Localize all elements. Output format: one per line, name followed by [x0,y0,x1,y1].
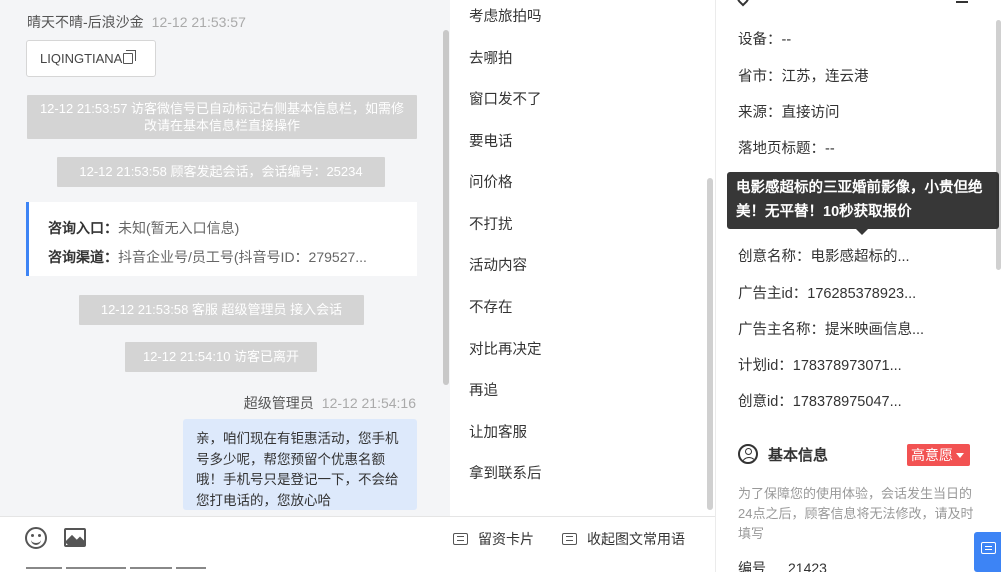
phrase-item[interactable]: 再追 [469,379,498,400]
field-label: 创意id： [738,394,793,410]
field-label: 落地页标题： [738,141,825,157]
image-icon[interactable] [64,528,86,547]
system-message-visitor-left: 12-12 21:54:10 访客已离开 [125,342,317,372]
consult-entry-row: 咨询入口：未知(暂无入口信息) [48,214,418,243]
field-number: 编号 21423 [738,558,827,572]
agent-message-bubble: 亲，咱们现在有钜惠活动，您手机号多少呢，帮您预留个优惠名额哦！手机号只是登记一下… [183,419,417,510]
visitor-name: 晴天不晴-后浪沙金 [27,14,144,30]
agent-name: 超级管理员 [243,395,314,411]
lead-card-label: 留资卡片 [478,531,534,547]
field-value: 提米映画信息... [825,322,925,338]
user-icon [738,444,758,464]
collapse-phrases-button[interactable]: 收起图文常用语 [562,529,685,549]
field-device: 设备：-- [738,28,791,49]
visitor-header: 晴天不晴-后浪沙金 12-12 21:53:57 [27,12,246,32]
field-plan-id: 计划id：178378973071... [738,354,902,375]
field-value: -- [781,32,792,48]
field-value: 178378973071... [792,358,902,374]
phrase-item[interactable]: 去哪拍 [469,47,513,68]
phrase-item[interactable]: 活动内容 [469,254,527,275]
basic-info-title: 基本信息 [738,444,828,465]
consult-channel-value: 抖音企业号/员工号(抖音号ID：279527... [118,249,367,265]
chat-bubble-icon [981,542,996,554]
copy-icon[interactable] [123,50,137,64]
message-card-icon [453,533,468,545]
phrase-item[interactable]: 考虑旅拍吗 [469,5,542,26]
smile-icon[interactable] [25,527,47,549]
system-message-session-start: 12-12 21:53:58 顾客发起会话，会话编号：25234 [57,157,385,187]
chat-scrollbar[interactable] [443,30,449,385]
field-label: 来源： [738,105,782,121]
visitor-code-message[interactable]: LIQINGTIANA [26,40,156,77]
field-landing-title: 落地页标题：-- [738,137,835,158]
system-message-wechat: 12-12 21:53:57 访客微信号已自动标记右侧基本信息栏，如需修改请在基… [27,95,417,139]
caret-down-icon [956,453,964,458]
source-info-header [734,0,759,8]
input-toolbar: 留资卡片 收起图文常用语 [0,516,715,572]
field-value: 直接访问 [781,105,840,121]
message-card-icon [562,533,577,545]
collapse-phrases-label: 收起图文常用语 [587,531,685,547]
agent-header: 超级管理员 12-12 21:54:16 [244,393,416,413]
field-label: 计划id： [738,358,793,374]
field-label: 创意名称： [738,249,811,265]
floating-chat-button[interactable] [974,532,1001,572]
consult-channel-row: 咨询渠道：抖音企业号/员工号(抖音号ID：279527... [48,243,418,272]
number-label: 编号 [738,560,766,572]
intent-level-label: 高意愿 [911,447,953,463]
phrase-item[interactable]: 让加客服 [469,421,527,442]
creative-name-tooltip: 电影感超标的三亚婚前影像，小贵但绝美！无平替！10秒获取报价 [727,172,999,235]
phrase-item[interactable]: 要电话 [469,130,513,151]
field-label: 设备： [738,32,782,48]
field-advertiser-id: 广告主id：176285378923... [738,282,916,303]
field-advertiser-name: 广告主名称：提米映画信息... [738,318,924,339]
lead-card-button[interactable]: 留资卡片 [453,529,534,549]
visitor-timestamp: 12-12 21:53:57 [151,14,246,30]
field-source: 来源：直接访问 [738,101,840,122]
system-message-agent-join: 12-12 21:53:58 客服 超级管理员 接入会话 [79,295,364,325]
field-value: 178378975047... [792,394,902,410]
phrase-item[interactable]: 对比再决定 [469,338,542,359]
consult-entry-label: 咨询入口： [48,220,118,236]
field-value[interactable]: 电影感超标的... [811,249,910,265]
phrase-item[interactable]: 问价格 [469,171,513,192]
number-value: 21423 [788,560,827,572]
consult-channel-label: 咨询渠道： [48,249,118,265]
field-label: 省市： [738,69,782,85]
collapse-icon[interactable] [956,0,968,3]
field-value: 176285378923... [807,286,917,302]
phrase-item[interactable]: 不存在 [469,296,513,317]
consult-entry-value: 未知(暂无入口信息) [118,220,240,236]
agent-timestamp: 12-12 21:54:16 [321,395,416,411]
field-value: -- [825,141,835,157]
input-text-clipped[interactable] [26,567,226,572]
field-label: 广告主id： [738,286,808,302]
field-province-city: 省市：江苏，连云港 [738,65,869,86]
intent-level-dropdown[interactable]: 高意愿 [907,444,970,466]
app-root: 晴天不晴-后浪沙金 12-12 21:53:57 LIQINGTIANA 12-1… [0,0,1001,572]
field-label: 广告主名称： [738,322,825,338]
phrase-scrollbar[interactable] [707,178,713,510]
field-value: 江苏，连云港 [781,69,869,85]
quick-phrase-panel: 考虑旅拍吗 去哪拍 窗口发不了 要电话 问价格 不打扰 活动内容 不存在 对比再… [450,0,715,516]
phrase-item[interactable]: 不打扰 [469,213,513,234]
info-scrollbar[interactable] [996,20,1001,270]
visitor-code-text: LIQINGTIANA [40,51,123,66]
field-creative-name: 创意名称：电影感超标的... [738,245,910,266]
phrase-item[interactable]: 拿到联系后 [469,462,542,483]
basic-info-label: 基本信息 [768,447,829,464]
phrase-item[interactable]: 窗口发不了 [469,88,542,109]
location-pin-icon [734,0,752,7]
consult-info-card: 咨询入口：未知(暂无入口信息) 咨询渠道：抖音企业号/员工号(抖音号ID：279… [26,202,417,276]
chat-panel: 晴天不晴-后浪沙金 12-12 21:53:57 LIQINGTIANA 12-1… [0,0,450,516]
edit-deadline-hint: 为了保障您的使用体验，会话发生当日的24点之后，顾客信息将无法修改，请及时填写 [738,486,974,541]
customer-info-panel: 设备：-- 省市：江苏，连云港 来源：直接访问 落地页标题：-- 创意名称：电影… [715,0,1001,572]
field-creative-id: 创意id：178378975047... [738,390,902,411]
